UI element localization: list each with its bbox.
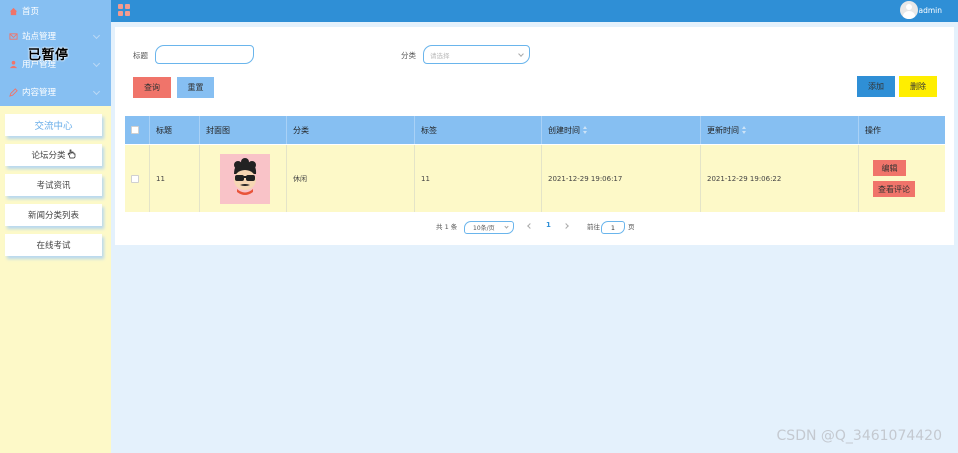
column-header-label: 更新时间 <box>707 125 739 135</box>
category-filter-select[interactable]: 请选择 <box>423 45 530 64</box>
mail-icon <box>9 32 18 41</box>
chevron-down-icon <box>92 87 101 96</box>
table-header-row: 标题 封面图 分类 标签 创建时间 更新时间 操作 <box>125 116 945 144</box>
content-card: 标题 分类 请选择 查询 重置 添加 删除 标题 封面图 分类 标签 创建时间 … <box>115 27 954 245</box>
cell-cover <box>200 145 287 212</box>
grid-menu-icon[interactable] <box>118 4 130 16</box>
column-header-label: 标签 <box>421 125 437 135</box>
hand-cursor-icon <box>67 149 76 162</box>
column-header-actions: 操作 <box>859 116 945 144</box>
sort-icon[interactable] <box>742 126 746 134</box>
sidebar-item-label: 内容管理 <box>22 88 57 98</box>
title-filter-input[interactable] <box>155 45 254 64</box>
sidebar-item-label: 首页 <box>22 7 40 17</box>
select-all-checkbox[interactable] <box>131 126 139 134</box>
category-filter-label: 分类 <box>401 51 416 60</box>
row-select-cell <box>125 145 150 212</box>
goto-page-input[interactable]: 1 <box>601 221 625 234</box>
column-header-label: 标题 <box>156 125 172 135</box>
cell-updated-time: 2021-12-29 19:06:22 <box>701 145 859 212</box>
column-header-label: 分类 <box>293 125 309 135</box>
cell-actions: 编辑 查看评论 <box>859 145 945 212</box>
chevron-down-icon <box>92 59 101 68</box>
column-header-category: 分类 <box>287 116 415 144</box>
table-row: 11 休闲 11 2021-12-29 19:06:17 2021-12-29 … <box>125 145 945 212</box>
cartoon-face-icon <box>234 157 257 195</box>
submenu-item-exam-news[interactable]: 考试资讯 <box>5 174 102 196</box>
column-header-label: 操作 <box>865 125 881 135</box>
next-page-icon[interactable] <box>563 223 569 229</box>
select-all-cell <box>125 116 150 144</box>
paused-overlay: 已暂停 <box>28 48 69 63</box>
view-comments-button[interactable]: 查看评论 <box>873 181 915 197</box>
goto-prefix: 前往 <box>587 223 600 231</box>
query-button[interactable]: 查询 <box>133 77 171 98</box>
cell-category: 休闲 <box>287 145 415 212</box>
page-size-value: 10条/页 <box>473 225 495 232</box>
prev-page-icon[interactable] <box>527 223 533 229</box>
column-header-label: 创建时间 <box>548 125 580 135</box>
reset-button[interactable]: 重置 <box>177 77 214 98</box>
home-icon <box>9 7 18 16</box>
current-page-number[interactable]: 1 <box>546 221 551 229</box>
page-size-select[interactable]: 10条/页 <box>464 221 514 234</box>
cell-created-time: 2021-12-29 19:06:17 <box>542 145 701 212</box>
user-icon <box>9 60 18 69</box>
avatar[interactable] <box>900 1 918 19</box>
submenu: 交流中心 论坛分类 考试资讯 新闻分类列表 在线考试 <box>0 106 111 256</box>
chevron-down-icon <box>504 224 509 229</box>
sidebar: 首页 站点管理 用户管理 内容管理 已暂停 交流中心 论坛分类 考试资讯 新闻分… <box>0 0 111 453</box>
chevron-down-icon <box>518 51 524 57</box>
cell-tag: 11 <box>415 145 542 212</box>
sidebar-item-content-management[interactable]: 内容管理 <box>0 78 111 106</box>
column-header-updated-time[interactable]: 更新时间 <box>701 116 859 144</box>
watermark: CSDN @Q_3461074420 <box>776 428 942 444</box>
pagination-total: 共 1 条 <box>436 223 458 231</box>
sidebar-item-label: 站点管理 <box>22 32 57 42</box>
delete-button[interactable]: 删除 <box>899 76 937 97</box>
submenu-item-exchange-center[interactable]: 交流中心 <box>5 114 102 136</box>
add-button[interactable]: 添加 <box>857 76 895 97</box>
edit-button[interactable]: 编辑 <box>873 160 906 176</box>
column-header-tag: 标签 <box>415 116 542 144</box>
submenu-item-news-category-list[interactable]: 新闻分类列表 <box>5 204 102 226</box>
title-filter-label: 标题 <box>133 51 148 60</box>
submenu-item-label: 论坛分类 <box>31 151 66 161</box>
submenu-item-forum-category[interactable]: 论坛分类 <box>5 144 102 166</box>
column-header-title[interactable]: 标题 <box>150 116 200 144</box>
username[interactable]: admin <box>919 6 943 15</box>
cell-title: 11 <box>150 145 200 212</box>
chevron-down-icon <box>92 31 101 40</box>
sidebar-item-home[interactable]: 首页 <box>0 0 111 22</box>
sort-icon[interactable] <box>583 126 587 134</box>
category-filter-placeholder: 请选择 <box>430 51 450 60</box>
submenu-item-online-exam[interactable]: 在线考试 <box>5 234 102 256</box>
goto-suffix: 页 <box>628 223 635 231</box>
top-header: admin <box>111 0 958 22</box>
data-table: 标题 封面图 分类 标签 创建时间 更新时间 操作 11 休闲 11 2021-… <box>125 116 945 213</box>
row-checkbox[interactable] <box>131 174 139 183</box>
cover-image[interactable] <box>220 153 270 204</box>
column-header-created-time[interactable]: 创建时间 <box>542 116 701 144</box>
edit-icon <box>9 87 18 97</box>
column-header-cover: 封面图 <box>200 116 287 144</box>
column-header-label: 封面图 <box>206 125 230 135</box>
